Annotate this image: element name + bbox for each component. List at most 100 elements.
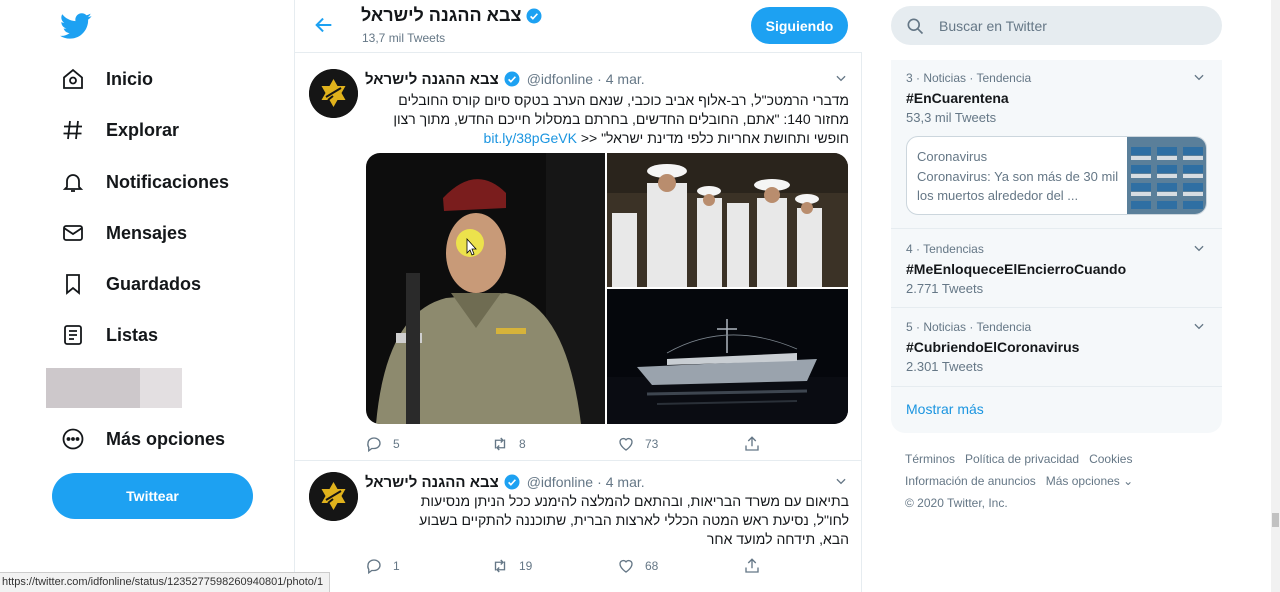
news-card[interactable]: Coronavirus Coronavirus: Ya son más de 3…: [906, 136, 1207, 215]
nav-messages[interactable]: Mensajes: [52, 211, 187, 255]
nav-label: Más opciones: [106, 428, 226, 449]
footer-links-row: Información de anuncios Más opciones ⌄: [905, 474, 1133, 488]
news-category: Coronavirus: [917, 149, 988, 164]
nav-lists[interactable]: Listas: [52, 313, 158, 357]
copyright-text: © 2020 Twitter, Inc.: [905, 496, 1008, 510]
trend-hashtag[interactable]: #MeEnloqueceElEncierroCuando: [906, 261, 1126, 277]
verified-badge-icon: [526, 8, 542, 23]
tweet-text-line: מחזור 140: "אתם, החובלים החדשים, בחרתם ב…: [393, 111, 849, 127]
retweet-count: 8: [519, 437, 526, 451]
bookmark-icon: [60, 271, 86, 297]
chevron-down-icon[interactable]: [1192, 241, 1206, 255]
list-icon: [60, 322, 86, 348]
tweet-actions: 1 19 68: [365, 556, 785, 576]
bell-icon: [60, 169, 86, 195]
trend-context: 4 · Tendencias: [906, 242, 984, 256]
trend-count: 53,3 mil Tweets: [906, 110, 997, 125]
tweet-text-segment: חופשי ותחושת אחריות כלפי מדינת ישראל" <<: [580, 130, 849, 146]
like-button[interactable]: 68: [617, 556, 743, 576]
chevron-down-icon[interactable]: [834, 474, 848, 488]
mail-icon: [60, 220, 86, 246]
profile-header: צבא ההגנה לישראל 13,7 mil Tweets Siguien…: [295, 0, 862, 53]
retweet-icon: [494, 437, 506, 451]
heart-icon: [619, 559, 633, 573]
scrollbar-thumb[interactable]: [1272, 513, 1279, 527]
page-scrollbar[interactable]: [1271, 0, 1280, 592]
chevron-down-icon[interactable]: [834, 71, 848, 85]
profile-nav-blurred[interactable]: [46, 368, 182, 408]
separator-dot: ·: [597, 474, 602, 490]
tweet-time[interactable]: 4 mar.: [606, 474, 645, 490]
footer-link[interactable]: Política de privacidad: [965, 452, 1079, 466]
reply-icon: [367, 559, 381, 575]
share-button[interactable]: [743, 434, 761, 454]
chevron-down-icon[interactable]: [1192, 70, 1206, 84]
tweet-meta: צבא ההגנה לישראל @idfonline · 4 mar.: [365, 473, 645, 491]
footer-copyright: © 2020 Twitter, Inc.: [905, 496, 1008, 510]
footer-link[interactable]: Términos: [905, 452, 955, 466]
tweet-text-line: הבא, תידחה למועד אחר: [706, 531, 849, 547]
profile-name-text: צבא ההגנה לישראל: [361, 5, 522, 25]
tweet-media-grid: [366, 153, 848, 424]
footer-link[interactable]: Más opciones ⌄: [1046, 474, 1133, 488]
reply-button[interactable]: 5: [365, 434, 491, 454]
news-thumbnail: [1127, 137, 1206, 214]
tweet-handle[interactable]: @idfonline: [527, 71, 593, 87]
trend-hashtag[interactable]: #EnCuarentena: [906, 90, 1009, 106]
following-button[interactable]: Siguiendo: [751, 7, 848, 44]
show-more-link[interactable]: Mostrar más: [906, 401, 984, 417]
retweet-count: 19: [519, 559, 533, 573]
tweet-photo-1[interactable]: [366, 153, 605, 424]
tweet-photo-2[interactable]: [607, 153, 848, 287]
retweet-button[interactable]: 19: [491, 556, 617, 576]
like-count: 73: [645, 437, 659, 451]
trend-item[interactable]: 5 · Noticias · Tendencia #CubriendoElCor…: [891, 309, 1222, 387]
trend-item[interactable]: 3 · Noticias · Tendencia #EnCuarentena 5…: [891, 60, 1222, 229]
avatar[interactable]: [309, 472, 358, 521]
tweet-text-line: חופשי ותחושת אחריות כלפי מדינת ישראל" <<…: [365, 129, 849, 148]
nav-label: Guardados: [106, 273, 202, 294]
main-timeline: צבא ההגנה לישראל 13,7 mil Tweets Siguien…: [294, 0, 862, 592]
retweet-button[interactable]: 8: [491, 434, 617, 454]
chevron-down-icon[interactable]: [1192, 319, 1206, 333]
tweet-handle[interactable]: @idfonline: [527, 474, 593, 490]
browser-status-url: https://twitter.com/idfonline/status/123…: [0, 572, 331, 592]
footer-link[interactable]: Cookies: [1089, 452, 1132, 466]
nav-label: Listas: [106, 324, 159, 345]
nav-bookmarks[interactable]: Guardados: [52, 262, 201, 306]
nav-explore[interactable]: Explorar: [52, 108, 179, 152]
heart-icon: [619, 437, 633, 451]
avatar[interactable]: [309, 69, 358, 118]
search-icon: [907, 18, 924, 34]
tweet[interactable]: צבא ההגנה לישראל @idfonline · 4 mar. בתי…: [295, 464, 862, 592]
trend-hashtag[interactable]: #CubriendoElCoronavirus: [906, 339, 1079, 355]
tweet-meta: צבא ההגנה לישראל @idfonline · 4 mar.: [365, 70, 645, 88]
tweet-time[interactable]: 4 mar.: [606, 71, 645, 87]
twitter-logo-icon[interactable]: [60, 10, 92, 42]
footer-link[interactable]: Información de anuncios: [905, 474, 1036, 488]
trends-panel: 3 · Noticias · Tendencia #EnCuarentena 5…: [891, 60, 1222, 433]
nav-label: Notificaciones: [106, 171, 230, 192]
tweet-button[interactable]: Twittear: [52, 473, 253, 519]
search-box[interactable]: [891, 6, 1222, 45]
tweet-text: בתיאום עם משרד הבריאות, ובהתאם להמלצה לה…: [365, 492, 849, 549]
left-sidebar: Inicio Explorar Notificaciones Mensajes …: [0, 0, 294, 592]
like-count: 68: [645, 559, 659, 573]
tweet-author-name[interactable]: צבא ההגנה לישראל: [365, 71, 499, 88]
tweet[interactable]: צבא ההגנה לישראל @idfonline · 4 mar. מדב…: [295, 61, 862, 461]
nav-notifications[interactable]: Notificaciones: [52, 160, 229, 204]
tweet-link[interactable]: bit.ly/38pGeVK: [484, 130, 577, 146]
tweet-author-name[interactable]: צבא ההגנה לישראל: [365, 474, 499, 491]
share-button[interactable]: [743, 556, 761, 576]
trend-item[interactable]: 4 · Tendencias #MeEnloqueceElEncierroCua…: [891, 230, 1222, 308]
more-icon: [60, 426, 86, 452]
back-arrow-icon[interactable]: [313, 14, 335, 36]
tweet-photo-3[interactable]: [607, 289, 848, 424]
verified-badge-icon: [504, 474, 520, 490]
nav-home[interactable]: Inicio: [52, 57, 153, 101]
nav-more-options[interactable]: Más opciones: [52, 417, 225, 461]
separator-dot: ·: [597, 71, 602, 87]
reply-button[interactable]: 1: [365, 556, 491, 576]
like-button[interactable]: 73: [617, 434, 743, 454]
search-input[interactable]: [939, 17, 1199, 34]
